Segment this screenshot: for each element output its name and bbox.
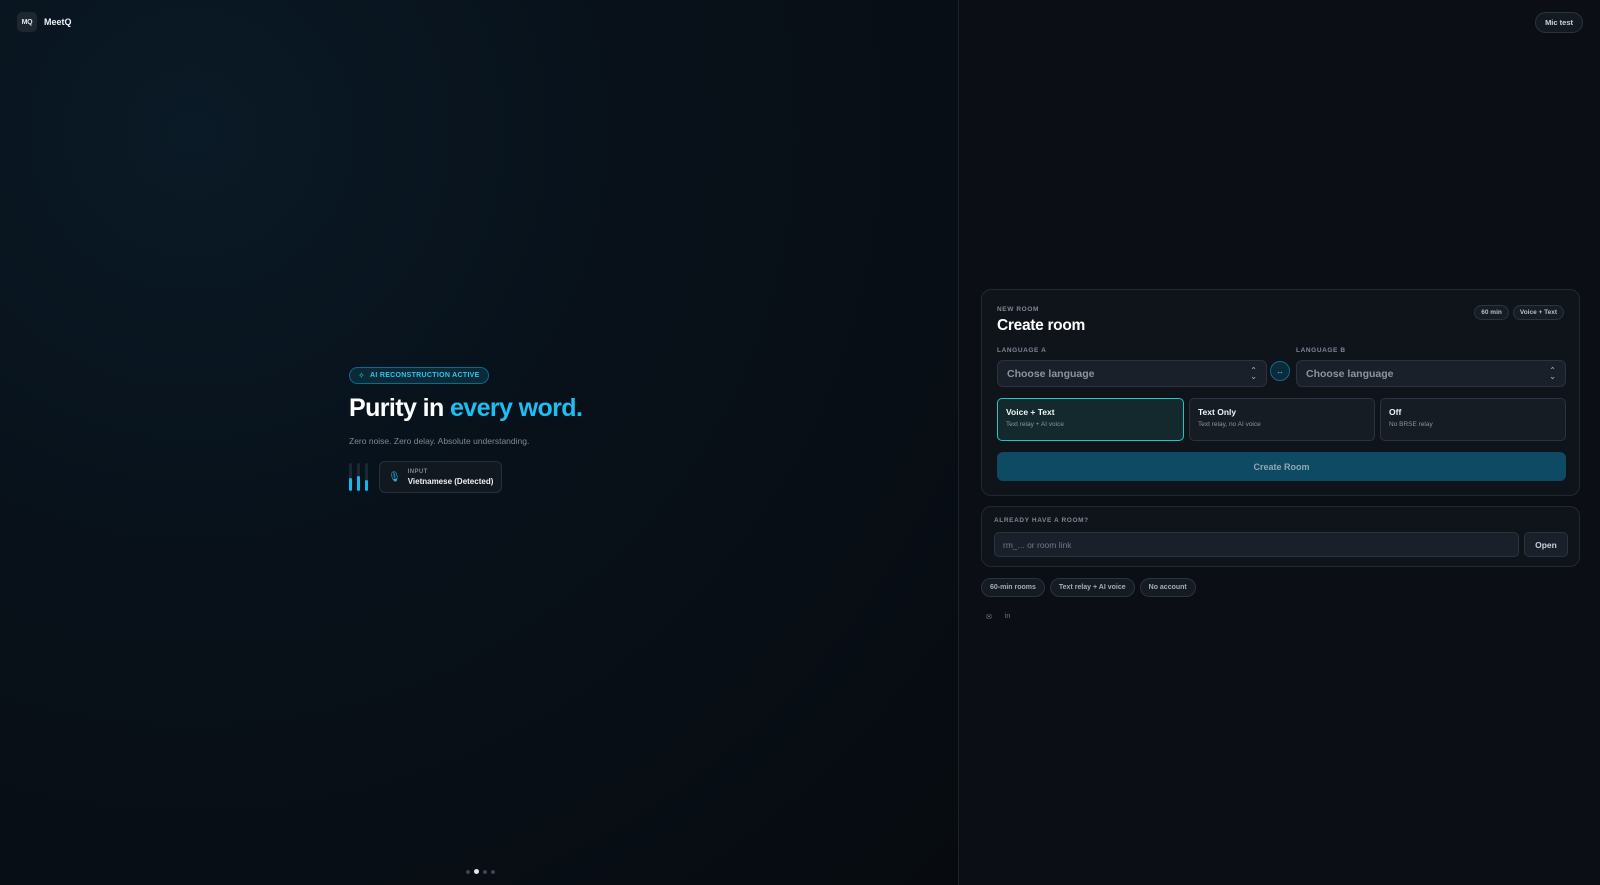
hero-panel: MQ MeetQ ✧ AI RECONSTRUCTION ACTIVE Puri…	[0, 0, 959, 885]
mode-option-voice-text[interactable]: Voice + Text Text relay + AI voice	[997, 398, 1184, 441]
level-bar-fill	[365, 479, 368, 491]
sparkle-icon: ✧	[358, 371, 366, 380]
brand-name: MeetQ	[44, 17, 72, 27]
hero-subtitle: Zero noise. Zero delay. Absolute underst…	[349, 436, 530, 446]
logo-icon: MQ	[17, 12, 37, 32]
level-bar-fill	[349, 478, 352, 491]
page-title: Purity in every word.	[349, 395, 609, 422]
mode-title: Voice + Text	[1006, 407, 1055, 417]
carousel-dot[interactable]	[491, 869, 495, 874]
mode-title: Text Only	[1198, 407, 1237, 417]
join-room-eyebrow: ALREADY HAVE A ROOM?	[994, 517, 1089, 524]
mode-option-off[interactable]: Off No BRSE relay	[1380, 398, 1566, 441]
room-pills: 60 min Voice + Text	[1474, 305, 1564, 320]
mode-option-text-only[interactable]: Text Only Text relay, no AI voice	[1189, 398, 1375, 441]
status-badge-label: AI RECONSTRUCTION ACTIVE	[370, 372, 480, 379]
language-b-value: Choose language	[1306, 367, 1394, 380]
mic-test-button[interactable]: Mic test	[1535, 12, 1583, 33]
language-b-label: LANGUAGE B	[1296, 347, 1346, 354]
open-room-button[interactable]: Open	[1524, 532, 1568, 557]
mode-subtitle: Text relay + AI voice	[1006, 421, 1064, 428]
swap-icon: ↔	[1276, 366, 1284, 376]
feature-chip: Text relay + AI voice	[1049, 578, 1135, 597]
level-bar	[349, 463, 352, 491]
input-label: INPUT	[407, 468, 428, 475]
swap-languages-button[interactable]: ↔	[1270, 361, 1290, 381]
input-language-card: 🎙︎ INPUT Vietnamese (Detected)	[379, 461, 503, 493]
language-a-value: Choose language	[1007, 367, 1095, 380]
language-b-select[interactable]: Choose language ⌃ ⌄	[1296, 360, 1566, 387]
language-a-label: LANGUAGE A	[997, 347, 1047, 354]
language-a-select[interactable]: Choose language ⌃ ⌄	[997, 360, 1267, 387]
status-badge: ✧ AI RECONSTRUCTION ACTIVE	[349, 367, 489, 384]
mail-icon[interactable]: ✉	[986, 613, 992, 621]
relay-mode-options: Voice + Text Text relay + AI voice Text …	[997, 398, 1566, 441]
chevron-updown-icon: ⌃ ⌄	[1250, 365, 1257, 381]
mode-title: Off	[1389, 407, 1402, 417]
linkedin-icon[interactable]: in	[1005, 613, 1010, 621]
carousel-dots[interactable]	[466, 869, 495, 874]
level-bar	[357, 463, 360, 491]
carousel-dot[interactable]	[466, 869, 470, 874]
chevron-updown-icon: ⌃ ⌄	[1549, 365, 1556, 381]
mode-subtitle: Text relay, no AI voice	[1198, 421, 1261, 428]
create-room-eyebrow: NEW ROOM	[997, 306, 1039, 313]
feature-chip: No account	[1139, 578, 1196, 597]
input-indicator: 🎙︎ INPUT Vietnamese (Detected)	[349, 461, 609, 493]
audio-level-meter	[349, 463, 368, 491]
headline-plain: Purity in	[349, 394, 450, 422]
microphone-icon: 🎙︎	[388, 471, 401, 483]
create-room-button[interactable]: Create Room	[997, 452, 1566, 481]
carousel-dot[interactable]	[474, 869, 479, 874]
duration-pill: 60 min	[1474, 305, 1509, 320]
mode-pill: Voice + Text	[1512, 305, 1564, 320]
create-room-card: NEW ROOM Create room 60 min Voice + Text…	[981, 289, 1580, 496]
level-bar-fill	[357, 475, 360, 491]
input-language: Vietnamese (Detected)	[407, 476, 494, 486]
join-room-card: ALREADY HAVE A ROOM? Open	[981, 506, 1580, 567]
create-room-title: Create room	[997, 317, 1086, 334]
room-id-input[interactable]	[994, 532, 1519, 557]
level-bar	[365, 463, 368, 491]
hero: ✧ AI RECONSTRUCTION ACTIVE Purity in eve…	[349, 365, 609, 493]
feature-chips: 60-min rooms Text relay + AI voice No ac…	[981, 578, 1196, 597]
headline-accent: every word.	[449, 394, 583, 422]
social-links: ✉ in	[986, 613, 1010, 621]
mode-subtitle: No BRSE relay	[1389, 421, 1433, 428]
feature-chip: 60-min rooms	[981, 578, 1045, 597]
brand[interactable]: MQ MeetQ	[17, 12, 72, 32]
carousel-dot[interactable]	[483, 869, 487, 874]
